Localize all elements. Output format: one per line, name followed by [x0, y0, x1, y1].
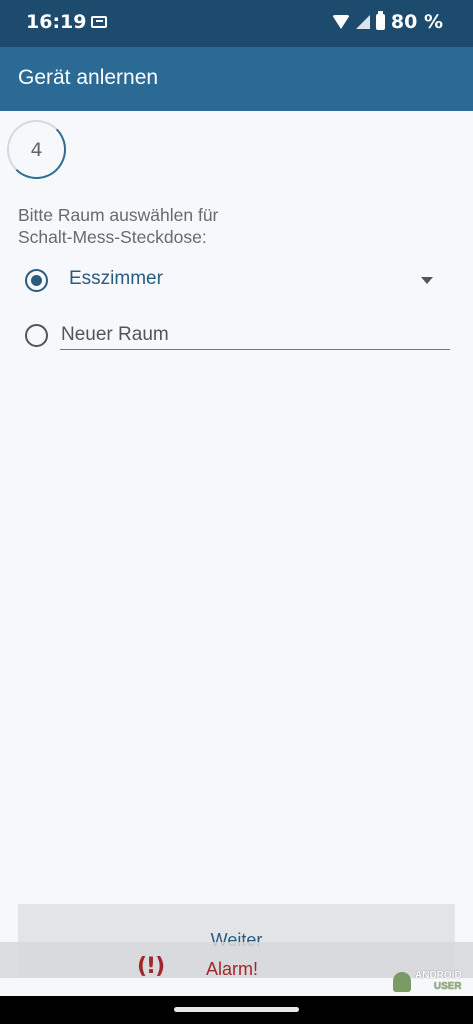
- status-time: 16:19: [26, 11, 87, 33]
- home-gesture-handle[interactable]: [174, 1007, 299, 1012]
- status-indicators: 80 %: [331, 11, 443, 33]
- dropdown-arrow-icon[interactable]: [421, 277, 433, 284]
- app-bar: Gerät anlernen: [0, 47, 473, 111]
- navigation-bar: [0, 996, 473, 1024]
- page-title: Gerät anlernen: [18, 66, 159, 89]
- android-robot-icon: [393, 972, 411, 992]
- watermark-text: ANDROID USER: [415, 970, 462, 992]
- selected-room-value: Esszimmer: [69, 268, 163, 289]
- watermark-line-1: ANDROID: [415, 970, 462, 981]
- existing-room-radio[interactable]: [25, 269, 48, 292]
- status-bar: 16:19 80 %: [0, 0, 473, 47]
- watermark-line-2: USER: [433, 981, 462, 992]
- battery-icon: [375, 11, 385, 30]
- signal-icon: [355, 15, 370, 29]
- wifi-icon: [331, 15, 350, 29]
- watermark-logo: ANDROID USER: [393, 970, 471, 994]
- new-room-radio[interactable]: [25, 324, 48, 347]
- step-number: 4: [30, 138, 43, 161]
- room-dropdown[interactable]: Esszimmer: [69, 266, 439, 296]
- battery-percentage: 80 %: [390, 11, 443, 33]
- step-indicator: 4: [7, 120, 66, 179]
- alarm-label[interactable]: Alarm!: [206, 959, 258, 980]
- new-room-input[interactable]: [60, 320, 450, 350]
- alarm-icon[interactable]: (!): [137, 954, 165, 979]
- room-prompt: Bitte Raum auswählen für Schalt-Mess-Ste…: [18, 204, 218, 248]
- notification-icon: [91, 16, 107, 28]
- prompt-line-2: Schalt-Mess-Steckdose:: [18, 227, 207, 247]
- prompt-line-1: Bitte Raum auswählen für: [18, 205, 219, 225]
